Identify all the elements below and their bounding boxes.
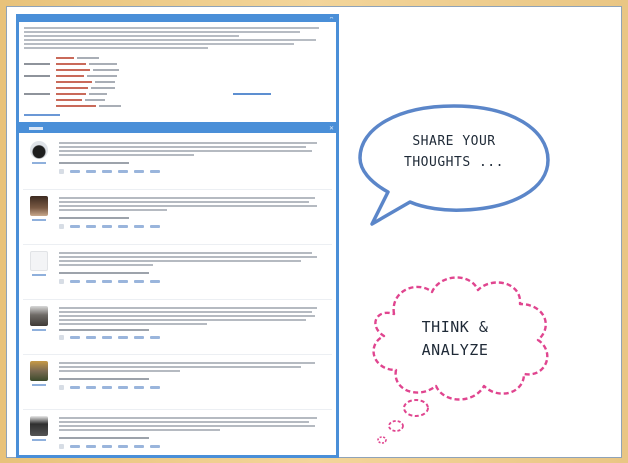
avatar[interactable] — [30, 141, 48, 159]
avatar[interactable] — [30, 361, 48, 381]
list-item — [23, 355, 332, 410]
prompt-text — [19, 22, 336, 49]
avatar[interactable] — [30, 416, 48, 436]
share-line-1: SHARE YOUR — [412, 134, 496, 149]
speech-bubble: SHARE YOUR THOUGHTS ... — [354, 100, 554, 226]
list-item — [23, 300, 332, 355]
post-actions — [59, 444, 328, 449]
avatar[interactable] — [30, 251, 48, 271]
list-item — [23, 135, 332, 190]
share-line-2: THOUGHTS ... — [404, 155, 504, 170]
collapse-icon[interactable]: ✕ — [329, 125, 334, 133]
close-icon[interactable]: ✕ — [329, 17, 334, 22]
post-actions — [59, 335, 328, 340]
list-item — [23, 245, 332, 300]
post-list — [19, 133, 336, 455]
think-line-2: ANALYZE — [421, 341, 489, 359]
prompt-panel: ✕ — [19, 17, 336, 125]
posts-panel-header: ✕ — [19, 125, 336, 133]
post-actions — [59, 279, 328, 284]
list-item — [23, 190, 332, 245]
think-line-1: THINK & — [421, 318, 489, 336]
post-actions — [59, 385, 328, 390]
post-actions — [59, 224, 328, 229]
avatar[interactable] — [30, 306, 48, 326]
prompt-details — [19, 51, 336, 108]
thought-cloud: THINK & ANALYZE — [360, 268, 560, 454]
list-item — [23, 410, 332, 455]
prompt-panel-header: ✕ — [19, 17, 336, 22]
resource-link[interactable] — [233, 92, 271, 95]
avatar[interactable] — [30, 196, 48, 216]
post-actions — [59, 169, 328, 174]
posts-panel: ✕ — [19, 125, 336, 455]
discussion-screenshot: ✕ ✕ — [16, 14, 339, 458]
more-link[interactable] — [24, 114, 60, 116]
